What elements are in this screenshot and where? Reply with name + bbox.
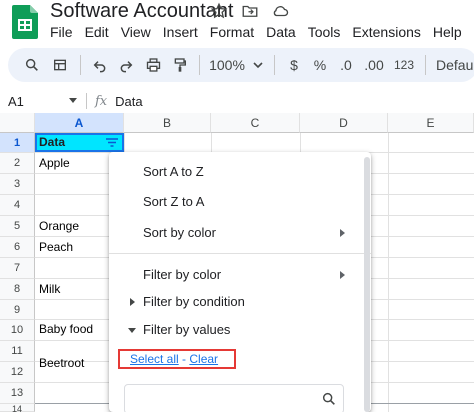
row-header-13[interactable]: 13: [0, 383, 35, 404]
collapse-down-icon[interactable]: [128, 328, 136, 333]
menu-divider: [109, 253, 371, 254]
row-header-10[interactable]: 10: [0, 320, 35, 341]
toolbar: 100% $ % .0 .00 123 Defaul...: [8, 48, 474, 82]
clear-link[interactable]: Clear: [189, 352, 218, 366]
column-header-a[interactable]: A: [35, 113, 124, 133]
font-select[interactable]: Defaul...: [432, 52, 474, 78]
toolbar-divider: [199, 55, 200, 75]
link-separator: -: [178, 352, 190, 366]
print-icon[interactable]: [139, 52, 167, 78]
cell-a1-text: Data: [39, 135, 66, 149]
row-header-1[interactable]: 1: [0, 133, 35, 153]
column-header-b[interactable]: B: [124, 113, 211, 133]
row-header-14[interactable]: 14: [0, 404, 35, 412]
formula-input[interactable]: Data: [115, 94, 142, 109]
values-search-field[interactable]: [124, 384, 344, 412]
row-header-8[interactable]: 8: [0, 279, 35, 300]
undo-icon[interactable]: [87, 52, 113, 78]
filter-by-condition-item[interactable]: Filter by condition: [143, 293, 245, 311]
row-header-6[interactable]: 6: [0, 237, 35, 258]
menu-extensions[interactable]: Extensions: [346, 23, 426, 41]
cell-a13[interactable]: Beetroot: [39, 354, 84, 372]
row-header-9[interactable]: 9: [0, 300, 35, 320]
zoom-select[interactable]: 100%: [206, 52, 268, 78]
toolbar-divider: [425, 55, 426, 75]
currency-button[interactable]: $: [281, 52, 307, 78]
cloud-status-icon[interactable]: [270, 2, 290, 20]
move-folder-icon[interactable]: [240, 2, 260, 20]
menu-edit[interactable]: Edit: [79, 23, 115, 41]
filter-by-color-item[interactable]: Filter by color: [143, 266, 221, 284]
menu-file[interactable]: File: [44, 23, 79, 41]
menu-help[interactable]: Help: [427, 23, 468, 41]
menu-view[interactable]: View: [115, 23, 157, 41]
percent-button[interactable]: %: [307, 52, 333, 78]
cell-a6[interactable]: Peach: [39, 238, 73, 256]
decrease-decimal-button[interactable]: .0: [333, 52, 359, 78]
select-all-corner[interactable]: [0, 113, 35, 133]
fx-icon: fx: [95, 93, 108, 109]
filter-by-values-item[interactable]: Filter by values: [143, 321, 230, 339]
menu-bar: File Edit View Insert Format Data Tools …: [44, 23, 468, 41]
toolbar-divider: [80, 55, 81, 75]
paint-format-icon[interactable]: [167, 52, 193, 78]
formula-divider: [86, 93, 87, 109]
expand-right-icon[interactable]: [130, 298, 135, 306]
row-header-11[interactable]: 11: [0, 341, 35, 362]
row-header-5[interactable]: 5: [0, 216, 35, 237]
search-icon: [321, 391, 337, 407]
select-all-link[interactable]: Select all: [130, 352, 179, 366]
column-header-e[interactable]: E: [388, 113, 474, 133]
document-title[interactable]: Software Accountant: [50, 0, 233, 22]
row-header-4[interactable]: 4: [0, 195, 35, 216]
cell-a9[interactable]: Milk: [39, 280, 60, 298]
sheets-logo-icon[interactable]: [12, 5, 38, 39]
submenu-arrow-icon: [340, 271, 345, 279]
menu-insert[interactable]: Insert: [157, 23, 204, 41]
sort-z-to-a-item[interactable]: Sort Z to A: [143, 193, 204, 211]
name-box[interactable]: A1: [0, 94, 86, 109]
menus-icon[interactable]: [46, 52, 74, 78]
cell-a11[interactable]: Baby food: [39, 320, 93, 338]
row-header-2[interactable]: 2: [0, 153, 35, 174]
menu-format[interactable]: Format: [204, 23, 260, 41]
values-search-input[interactable]: [131, 390, 311, 408]
cell-a5[interactable]: Orange: [39, 217, 79, 235]
cell-a2[interactable]: Apple: [39, 154, 70, 172]
filter-menu: Sort A to Z Sort Z to A Sort by color Fi…: [109, 152, 371, 412]
name-box-dropdown-icon: [69, 98, 77, 103]
zoom-value: 100%: [209, 57, 245, 73]
select-clear-highlight: Select all - Clear: [118, 349, 236, 369]
number-format-button[interactable]: 123: [389, 52, 419, 78]
row-header-3[interactable]: 3: [0, 174, 35, 195]
submenu-arrow-icon: [340, 229, 345, 237]
search-icon[interactable]: [18, 52, 46, 78]
cell-reference: A1: [8, 93, 24, 109]
star-icon[interactable]: [210, 2, 230, 20]
row-header-12[interactable]: 12: [0, 362, 35, 383]
menu-tools[interactable]: Tools: [302, 23, 347, 41]
cell-a1-selected[interactable]: Data: [35, 133, 124, 152]
toolbar-divider: [274, 55, 275, 75]
filter-icon[interactable]: [105, 137, 119, 148]
increase-decimal-button[interactable]: .00: [359, 52, 389, 78]
sort-by-color-item[interactable]: Sort by color: [143, 224, 216, 242]
row-header-7[interactable]: 7: [0, 258, 35, 279]
sort-a-to-z-item[interactable]: Sort A to Z: [143, 163, 204, 181]
column-header-c[interactable]: C: [211, 113, 300, 133]
redo-icon[interactable]: [113, 52, 139, 78]
menu-scrollbar[interactable]: [364, 157, 370, 412]
column-header-d[interactable]: D: [300, 113, 388, 133]
formula-bar: A1 fx Data: [0, 90, 474, 112]
menu-data[interactable]: Data: [260, 23, 302, 41]
chevron-down-icon: [253, 62, 263, 69]
